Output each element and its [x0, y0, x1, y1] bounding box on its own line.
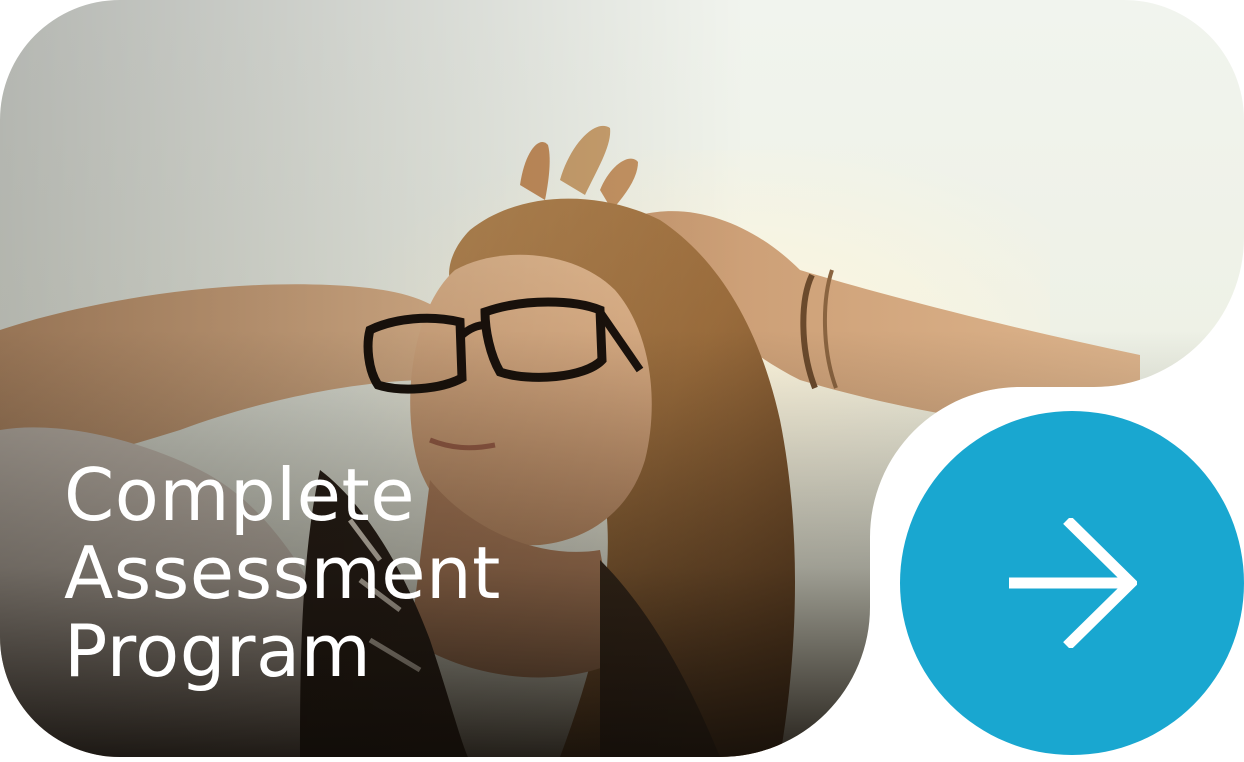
- arrow-right-icon: [1009, 518, 1137, 648]
- card-title-line-2: Assessment: [64, 531, 501, 615]
- card-title: Complete Assessment Program: [64, 456, 501, 690]
- card-title-line-1: Complete: [64, 453, 415, 537]
- assessment-card[interactable]: Complete Assessment Program: [0, 0, 1244, 762]
- card-title-line-3: Program: [64, 609, 372, 693]
- open-program-button[interactable]: [900, 411, 1244, 755]
